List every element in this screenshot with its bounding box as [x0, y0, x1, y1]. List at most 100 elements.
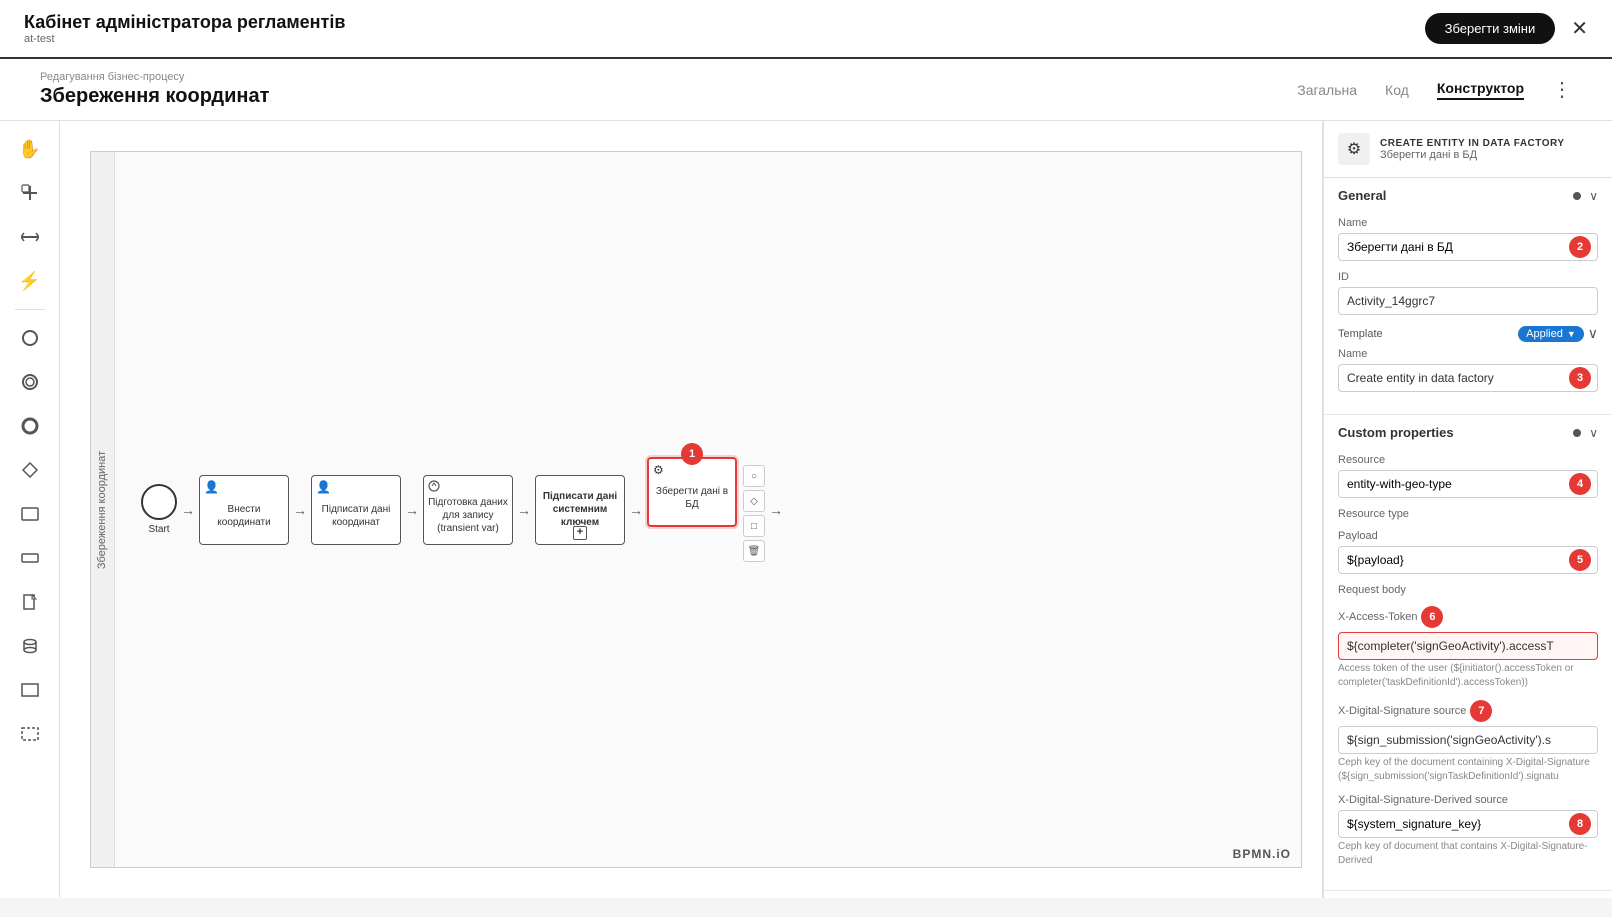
arrow-5: → — [625, 502, 647, 518]
nav-code[interactable]: Код — [1385, 82, 1409, 98]
tool-page[interactable] — [12, 584, 48, 620]
task-box-4[interactable]: Підписати дані системним ключем + — [535, 475, 625, 545]
resource-badge: 4 — [1569, 473, 1591, 495]
x-access-token-desc: Access token of the user (${initiator().… — [1338, 662, 1598, 690]
x-digital-signature-derived-badge: 8 — [1569, 813, 1591, 835]
tool-circle-full[interactable] — [12, 408, 48, 444]
bpmn-task-5-group: 1 ⚙ Зберегти дані в БД ○ ◇ □ 🗑 — [647, 457, 765, 562]
arrow-2: → — [289, 502, 311, 518]
badge-1: 1 — [681, 443, 703, 465]
tool-dotted-rect[interactable] — [12, 716, 48, 752]
name-field-row[interactable]: 2 — [1338, 233, 1598, 261]
main-layout: ✋ ⚡ — [0, 121, 1612, 898]
template-field-group: Template Applied ▼ ∨ Name — [1338, 325, 1598, 392]
general-section-dot — [1573, 192, 1581, 200]
tool-circle-empty[interactable] — [12, 320, 48, 356]
page-title: Збереження координат — [40, 85, 269, 108]
id-field-group: ID Activity_14ggrc7 — [1338, 271, 1598, 315]
task-plus-icon: + — [573, 526, 587, 540]
id-field-label: ID — [1338, 271, 1598, 283]
custom-properties-section: Custom properties ∨ Resource 4 — [1324, 415, 1612, 891]
tool-rect-outline[interactable] — [12, 672, 48, 708]
bpmn-task-4[interactable]: Підписати дані системним ключем + — [535, 475, 625, 545]
tool-cross[interactable] — [12, 175, 48, 211]
payload-field-group: Payload 5 — [1338, 530, 1598, 574]
tool-database[interactable] — [12, 628, 48, 664]
canvas-area[interactable]: Збереження координат Start → 👤 Внести ко… — [60, 121, 1322, 898]
task-box-1[interactable]: 👤 Внести координати — [199, 475, 289, 545]
custom-properties-title: Custom properties — [1338, 425, 1454, 440]
process-label-text: Збереження координат — [97, 450, 109, 568]
tool-arrows[interactable] — [12, 219, 48, 255]
template-name-value: Create entity in data factory — [1339, 365, 1569, 391]
node-action-rect[interactable]: □ — [743, 515, 765, 537]
x-digital-signature-value[interactable]: ${sign_submission('signGeoActivity').s — [1338, 726, 1598, 754]
nav-general[interactable]: Загальна — [1297, 82, 1357, 98]
tool-diamond[interactable] — [12, 452, 48, 488]
x-digital-signature-label: X-Digital-Signature source — [1338, 705, 1466, 717]
sub-header-left: Редагування бізнес-процесу Збереження ко… — [40, 71, 269, 108]
bpmn-flow: Start → 👤 Внести координати → 👤 Підписат… — [121, 152, 1301, 867]
nav-more-icon[interactable]: ⋮ — [1552, 77, 1572, 102]
node-action-delete[interactable]: 🗑 — [743, 540, 765, 562]
general-section-body: Name 2 ID Activity_14ggrc7 Template — [1324, 213, 1612, 414]
x-access-token-label: X-Access-Token — [1338, 611, 1417, 623]
arrow-4: → — [513, 502, 535, 518]
bpmn-badge: BPMN.iO — [1233, 847, 1291, 861]
x-access-token-badge: 6 — [1421, 606, 1443, 628]
x-digital-signature-derived-desc: Ceph key of document that contains X-Dig… — [1338, 840, 1598, 868]
general-section-title: General — [1338, 188, 1386, 203]
tool-lightning[interactable]: ⚡ — [12, 263, 48, 299]
nav-constructor[interactable]: Конструктор — [1437, 80, 1524, 100]
panel-title: CREATE ENTITY IN DATA FACTORY — [1380, 138, 1565, 149]
task-label-3: Підготовка даних для запису (transient v… — [428, 496, 508, 535]
task-box-5[interactable]: ⚙ Зберегти дані в БД — [647, 457, 737, 527]
resource-type-label: Resource type — [1338, 508, 1598, 520]
tool-rectangle[interactable] — [12, 496, 48, 532]
bpmn-task-1[interactable]: 👤 Внести координати — [199, 475, 289, 545]
bpmn-canvas[interactable]: Збереження координат Start → 👤 Внести ко… — [90, 151, 1302, 868]
payload-field-row[interactable]: 5 — [1338, 546, 1598, 574]
general-section-header[interactable]: General ∨ — [1324, 178, 1612, 213]
breadcrumb: Редагування бізнес-процесу — [40, 71, 269, 83]
start-event-circle[interactable] — [141, 484, 177, 520]
resource-type-field-group: Resource type — [1338, 508, 1598, 520]
task-box-2[interactable]: 👤 Підписати дані координат — [311, 475, 401, 545]
applied-badge[interactable]: Applied ▼ — [1518, 326, 1584, 342]
node-action-diamond[interactable]: ◇ — [743, 490, 765, 512]
bpmn-task-5-wrapper[interactable]: 1 ⚙ Зберегти дані в БД — [647, 457, 737, 527]
x-access-token-value[interactable]: ${completer('signGeoActivity').accessT — [1338, 632, 1598, 660]
custom-properties-section-header[interactable]: Custom properties ∨ — [1324, 415, 1612, 450]
bpmn-task-2[interactable]: 👤 Підписати дані координат — [311, 475, 401, 545]
resource-field-row[interactable]: 4 — [1338, 470, 1598, 498]
name-field-input[interactable] — [1339, 234, 1569, 260]
save-button[interactable]: Зберегти зміни — [1425, 13, 1556, 44]
template-row: Template Applied ▼ ∨ — [1338, 325, 1598, 342]
resource-field-input[interactable] — [1339, 471, 1569, 497]
resource-field-group: Resource 4 — [1338, 454, 1598, 498]
x-digital-signature-desc: Ceph key of the document containing X-Di… — [1338, 756, 1598, 784]
tool-rectangle-small[interactable] — [12, 540, 48, 576]
x-digital-signature-derived-row[interactable]: 8 — [1338, 810, 1598, 838]
task-box-3[interactable]: Підготовка даних для запису (transient v… — [423, 475, 513, 545]
general-section-header-left: General — [1338, 188, 1386, 203]
x-digital-signature-derived-input[interactable] — [1339, 811, 1569, 837]
tool-hand[interactable]: ✋ — [12, 131, 48, 167]
x-access-token-label-row: X-Access-Token 6 — [1338, 606, 1598, 628]
id-field-value: Activity_14ggrc7 — [1338, 287, 1598, 315]
custom-properties-section-header-left: Custom properties — [1338, 425, 1454, 440]
panel-subtitle: Зберегти дані в БД — [1380, 149, 1565, 161]
panel-header-text: CREATE ENTITY IN DATA FACTORY Зберегти д… — [1380, 138, 1565, 161]
bpmn-task-3[interactable]: Підготовка даних для запису (transient v… — [423, 475, 513, 545]
applied-badge-text: Applied — [1526, 328, 1563, 340]
node-action-circle[interactable]: ○ — [743, 465, 765, 487]
arrow-6: → — [765, 502, 787, 518]
tool-circle-ring[interactable] — [12, 364, 48, 400]
close-button[interactable]: ✕ — [1571, 16, 1588, 41]
app-header-right: Зберегти зміни ✕ — [1425, 13, 1588, 44]
payload-field-input[interactable] — [1339, 547, 1569, 573]
bpmn-start-event[interactable]: Start — [141, 484, 177, 535]
template-expand-icon[interactable]: ∨ — [1588, 325, 1598, 342]
start-event-label: Start — [148, 524, 169, 535]
payload-badge: 5 — [1569, 549, 1591, 571]
